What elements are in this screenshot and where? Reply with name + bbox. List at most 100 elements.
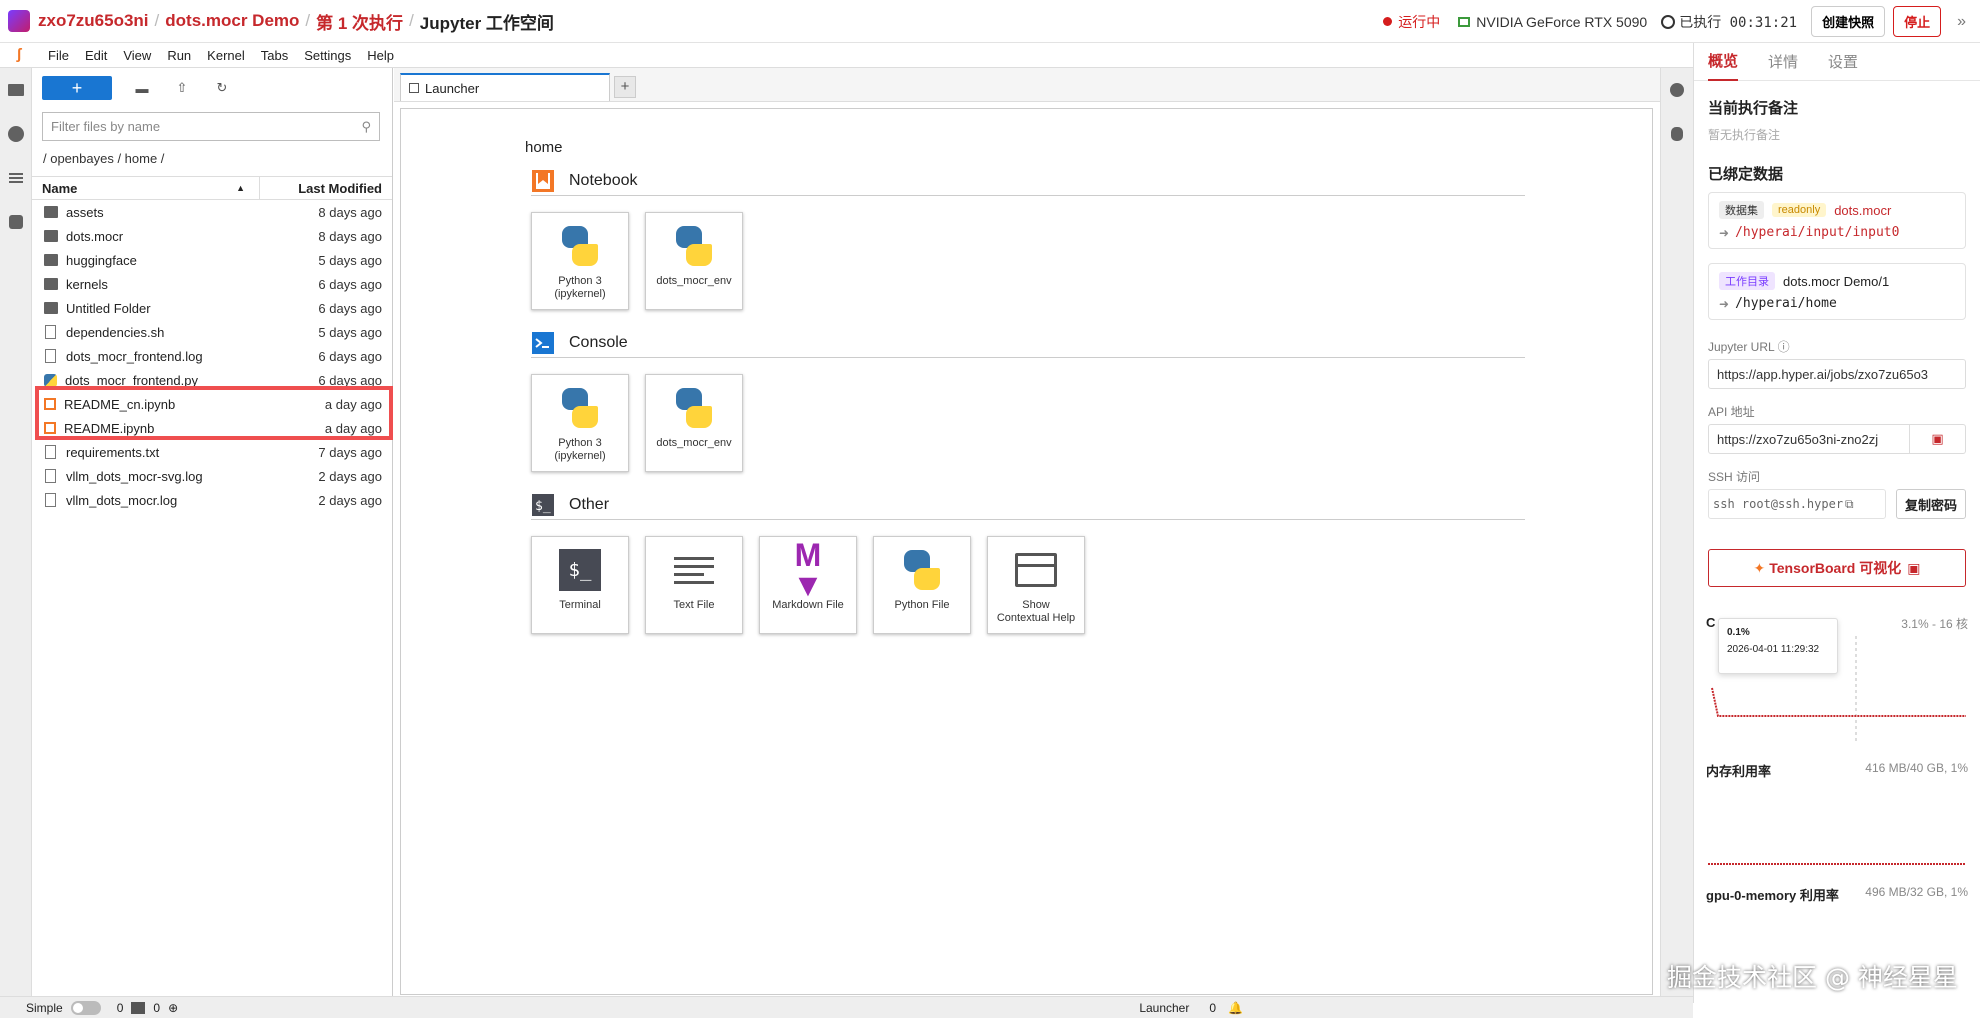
file-path-breadcrumb[interactable]: / openbayes / home /: [32, 141, 392, 176]
python-icon: [897, 545, 947, 595]
new-folder-icon[interactable]: ▬: [128, 81, 156, 96]
arrow-right-icon: ➜: [1719, 225, 1730, 240]
breadcrumb: zxo7zu65o3ni / dots.mocr Demo / 第 1 次执行 …: [38, 9, 554, 34]
jupyter-url-field[interactable]: https://app.hyper.ai/jobs/zxo7zu65o3: [1708, 359, 1966, 389]
file-list: assets 8 days ago dots.mocr 8 days ago huggi…: [32, 200, 392, 512]
copy-password-button[interactable]: 复制密码: [1895, 489, 1966, 519]
extensions-icon[interactable]: [0, 200, 32, 244]
add-tab-button[interactable]: +: [614, 76, 636, 98]
python-icon: [669, 221, 719, 271]
new-launcher-button[interactable]: +: [42, 76, 112, 100]
tensorboard-button[interactable]: ✦ TensorBoard 可视化 ▣: [1708, 549, 1966, 587]
tensorboard-icon: ✦: [1753, 559, 1766, 576]
file-modified: 2 days ago: [318, 468, 382, 484]
current-note-empty: 暂无执行备注: [1708, 128, 1781, 142]
contextual-help-card[interactable]: Show Contextual Help: [987, 536, 1085, 634]
folder-icon: [44, 302, 58, 314]
console-dots-mocr-env-card[interactable]: dots_mocr_env: [645, 374, 743, 472]
gpu-usage-chart[interactable]: 0.1% 2026-04-01 11:29:32: [1706, 618, 1968, 741]
sort-up-icon: ▲: [236, 183, 245, 193]
section-console: Console: [531, 331, 1525, 358]
tab-launcher[interactable]: Launcher: [400, 73, 610, 101]
chart-tooltip: 0.1% 2026-04-01 11:29:32: [1718, 618, 1838, 674]
folder-icon: [44, 278, 58, 290]
file-name: requirements.txt: [66, 444, 160, 460]
menu-edit[interactable]: Edit: [77, 48, 115, 63]
upload-icon[interactable]: ⇧: [168, 80, 196, 96]
tab-details[interactable]: 详情: [1768, 43, 1798, 80]
copy-icon[interactable]: ⧉: [1845, 497, 1854, 512]
file-row[interactable]: assets 8 days ago: [32, 200, 392, 224]
bell-icon[interactable]: 🔔: [1228, 1001, 1243, 1015]
menu-help[interactable]: Help: [359, 48, 402, 63]
file-row[interactable]: dots_mocr_frontend.log 6 days ago: [32, 344, 392, 368]
markdown-file-card[interactable]: M ▼ Markdown File: [759, 536, 857, 634]
file-row[interactable]: huggingface 5 days ago: [32, 248, 392, 272]
readonly-badge: readonly: [1772, 203, 1827, 217]
stop-button[interactable]: 停止: [1893, 6, 1942, 37]
file-icon: [45, 493, 56, 507]
workdir-name[interactable]: dots.mocr Demo/1: [1783, 274, 1889, 289]
file-row[interactable]: Untitled Folder 6 days ago: [32, 296, 392, 320]
text-file-card[interactable]: Text File: [645, 536, 743, 634]
create-snapshot-button[interactable]: 创建快照: [1811, 6, 1886, 37]
tab-overview[interactable]: 概览: [1708, 43, 1739, 81]
file-row[interactable]: vllm_dots_mocr.log 2 days ago: [32, 488, 392, 512]
python-icon: [555, 221, 605, 271]
menu-view[interactable]: View: [115, 48, 159, 63]
main-area: Launcher + home Notebook Python 3 (ipyke…: [394, 68, 1693, 996]
file-browser-icon[interactable]: [0, 68, 32, 112]
right-activity-bar: [1660, 68, 1693, 996]
file-row[interactable]: vllm_dots_mocr-svg.log 2 days ago: [32, 464, 392, 488]
file-list-header: Name ▲ Last Modified: [32, 176, 392, 200]
file-name: dots_mocr_frontend.log: [66, 348, 203, 364]
simple-mode-toggle[interactable]: [70, 1000, 101, 1015]
search-icon: ⚲: [361, 118, 371, 134]
openbayes-logo[interactable]: [8, 10, 30, 32]
console-python3-card[interactable]: Python 3 (ipykernel): [531, 374, 629, 472]
dataset-name[interactable]: dots.mocr: [1834, 203, 1891, 218]
collapse-panel-icon[interactable]: »: [1957, 13, 1966, 31]
crumb-project[interactable]: dots.mocr Demo: [165, 11, 299, 31]
info-icon[interactable]: ⓘ: [1778, 340, 1790, 354]
crumb-execution[interactable]: 第 1 次执行: [316, 9, 403, 34]
menu-file[interactable]: File: [40, 48, 77, 63]
notification-count: 0: [1209, 1000, 1217, 1015]
svg-text:$_: $_: [535, 499, 551, 514]
arrow-right-icon: ➜: [1719, 296, 1730, 311]
refresh-icon[interactable]: ↻: [208, 80, 236, 96]
table-of-contents-icon[interactable]: [0, 156, 32, 200]
tab-settings[interactable]: 设置: [1828, 43, 1858, 80]
gpu-icon: [1458, 16, 1471, 27]
file-row[interactable]: dots.mocr 8 days ago: [32, 224, 392, 248]
menu-settings[interactable]: Settings: [296, 48, 359, 63]
filter-files-input[interactable]: Filter files by name ⚲: [42, 112, 380, 141]
open-external-icon[interactable]: ▣: [1909, 425, 1965, 453]
file-row[interactable]: dependencies.sh 5 days ago: [32, 320, 392, 344]
ssh-command-field[interactable]: ssh root@ssh.hyper ⧉: [1708, 489, 1886, 519]
status-bar: Simple 0 0 ⊕ Launcher 0 🔔: [0, 996, 1693, 1018]
notebook-dots-mocr-env-card[interactable]: dots_mocr_env: [645, 212, 743, 310]
file-icon: [45, 469, 56, 483]
gpu-metric-value: 3.1% - 16 核: [1901, 617, 1968, 631]
file-row[interactable]: requirements.txt 7 days ago: [32, 440, 392, 464]
text-file-icon: [669, 545, 719, 595]
file-row[interactable]: kernels 6 days ago: [32, 272, 392, 296]
menu-kernel[interactable]: Kernel: [199, 48, 253, 63]
workdir-binding: 工作目录 dots.mocr Demo/1 ➜ /hyperai/home: [1708, 263, 1966, 320]
menu-tabs[interactable]: Tabs: [253, 48, 296, 63]
notebook-python3-card[interactable]: Python 3 (ipykernel): [531, 212, 629, 310]
memory-usage-line: [1708, 863, 1966, 865]
property-inspector-icon[interactable]: [1661, 68, 1693, 112]
column-modified-header[interactable]: Last Modified: [260, 181, 392, 196]
crumb-job-id[interactable]: zxo7zu65o3ni: [38, 11, 149, 31]
python-file-card[interactable]: Python File: [873, 536, 971, 634]
debugger-icon[interactable]: [1661, 112, 1693, 156]
menu-run[interactable]: Run: [159, 48, 199, 63]
running-dot-icon: [1383, 17, 1393, 26]
running-kernels-icon[interactable]: [0, 112, 32, 156]
api-url-field[interactable]: https://zxo7zu65o3ni-zno2zj ▣: [1708, 424, 1966, 454]
terminal-card[interactable]: $_ Terminal: [531, 536, 629, 634]
column-name-header[interactable]: Name ▲: [32, 177, 260, 199]
memory-usage-chart[interactable]: [1706, 784, 1968, 889]
